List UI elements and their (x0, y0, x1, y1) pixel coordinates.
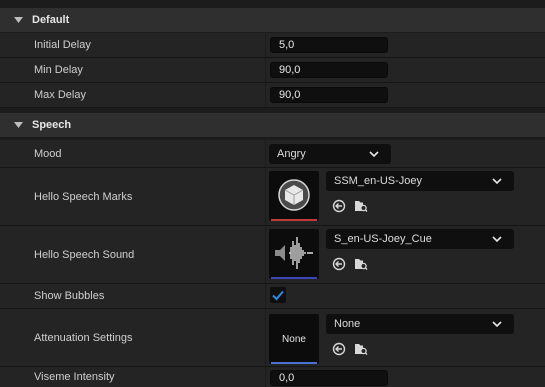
chevron-down-icon (492, 236, 502, 243)
details-panel: Default Initial Delay 5,0 Min Delay 90,0… (0, 0, 545, 387)
mood-dropdown[interactable]: Angry (269, 144, 391, 164)
chevron-down-icon (369, 151, 379, 158)
property-label: Hello Speech Sound (34, 248, 135, 261)
row-hello-speech-marks: Hello Speech Marks SSM_en-US-Joey (0, 168, 545, 226)
asset-name: S_en-US-Joey_Cue (334, 233, 432, 245)
property-label: Viseme Intensity (34, 371, 115, 383)
arrow-left-circle-icon[interactable] (332, 342, 346, 356)
property-label: Show Bubbles (34, 290, 105, 302)
attenuation-asset-picker[interactable]: None (326, 314, 514, 334)
triangle-down-icon (14, 121, 24, 130)
folder-search-icon[interactable] (354, 199, 368, 213)
asset-type-bar (271, 362, 317, 364)
property-label: Max Delay (34, 89, 86, 101)
asset-type-bar (271, 219, 317, 221)
cube-icon (278, 179, 310, 211)
thumbnail-label: None (282, 333, 306, 345)
row-viseme-intensity: Viseme Intensity 0,0 (0, 367, 545, 387)
chevron-down-icon (492, 321, 502, 328)
folder-search-icon[interactable] (354, 257, 368, 271)
property-label: Min Delay (34, 64, 83, 76)
row-mood: Mood Angry (0, 140, 545, 168)
triangle-down-icon (14, 16, 24, 25)
asset-thumbnail[interactable]: None (269, 314, 319, 364)
property-label: Attenuation Settings (34, 331, 133, 344)
arrow-left-circle-icon[interactable] (332, 199, 346, 213)
row-hello-speech-sound: Hello Speech Sound S_en-US-Joey_Cue (0, 226, 545, 284)
row-max-delay: Max Delay 90,0 (0, 83, 545, 108)
show-bubbles-checkbox[interactable] (270, 287, 286, 303)
section-speech[interactable]: Speech (0, 113, 545, 137)
speech-sound-asset-picker[interactable]: S_en-US-Joey_Cue (326, 229, 514, 249)
mood-selected: Angry (277, 148, 306, 160)
arrow-left-circle-icon[interactable] (332, 257, 346, 271)
asset-type-bar (271, 277, 317, 279)
asset-thumbnail[interactable] (269, 229, 319, 279)
speech-marks-asset-picker[interactable]: SSM_en-US-Joey (326, 171, 514, 191)
viseme-intensity-input[interactable]: 0,0 (270, 370, 388, 386)
checkmark-icon (272, 290, 284, 301)
sound-wave-icon (275, 237, 313, 269)
row-attenuation-settings: Attenuation Settings None None (0, 309, 545, 367)
property-label: Hello Speech Marks (34, 190, 133, 203)
property-label: Mood (34, 147, 62, 160)
section-default[interactable]: Default (0, 8, 545, 32)
section-title: Speech (32, 119, 72, 131)
row-min-delay: Min Delay 90,0 (0, 58, 545, 83)
row-show-bubbles: Show Bubbles (0, 284, 545, 309)
folder-search-icon[interactable] (354, 342, 368, 356)
asset-name: None (334, 318, 361, 330)
section-title: Default (32, 14, 70, 26)
row-initial-delay: Initial Delay 5,0 (0, 33, 545, 58)
property-label: Initial Delay (34, 39, 91, 51)
min-delay-input[interactable]: 90,0 (270, 62, 388, 78)
chevron-down-icon (492, 178, 502, 185)
initial-delay-input[interactable]: 5,0 (270, 37, 388, 53)
asset-name: SSM_en-US-Joey (334, 175, 423, 187)
asset-thumbnail[interactable] (269, 171, 319, 221)
max-delay-input[interactable]: 90,0 (270, 87, 388, 103)
